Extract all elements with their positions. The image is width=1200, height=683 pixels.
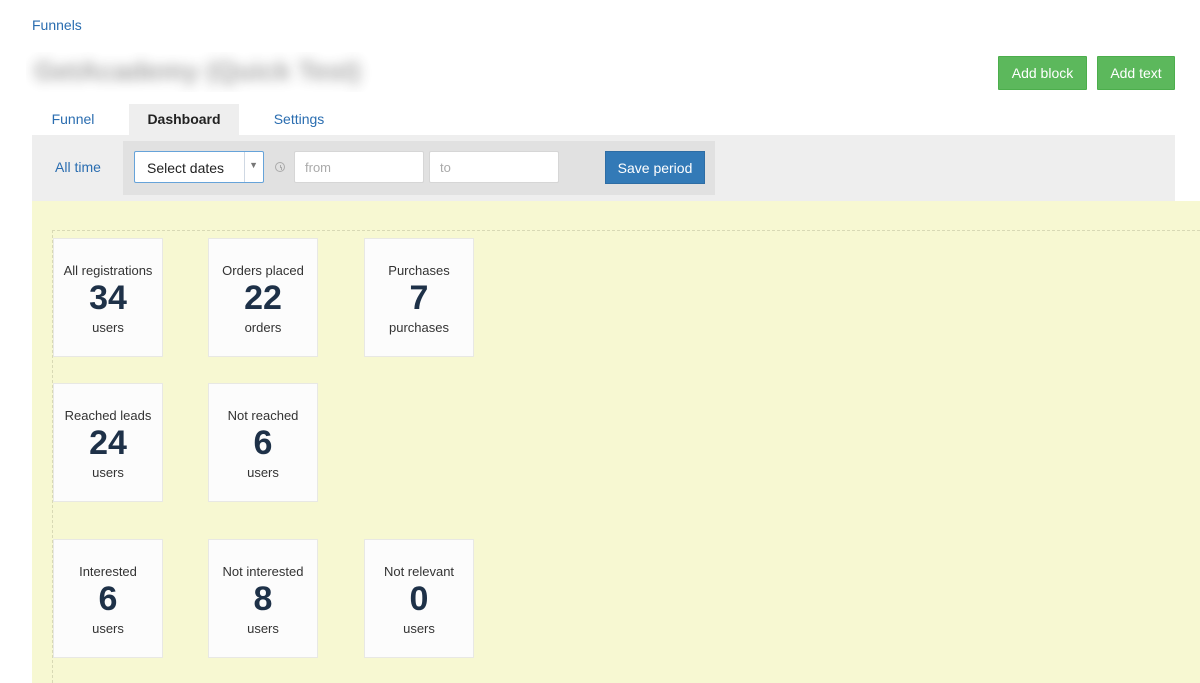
metric-value: 6 [98,580,118,618]
metric-title: Orders placed [222,263,304,278]
metric-card-all-registrations[interactable]: All registrations 34 users [53,238,163,357]
date-range-select-value: Select dates [147,160,225,176]
chevron-down-icon: ▼ [249,160,258,170]
metric-title: Purchases [388,263,450,278]
metric-value: 7 [409,279,429,317]
metric-card-purchases[interactable]: Purchases 7 purchases [364,238,474,357]
metric-title: Reached leads [64,408,152,423]
select-divider [244,152,245,182]
date-range-select[interactable]: Select dates ▼ [134,151,264,183]
tab-bar: Funnel Dashboard Settings [32,104,1175,135]
metric-value: 34 [89,279,127,317]
metric-title: Interested [79,564,137,579]
metric-value: 6 [253,424,273,462]
metric-title: Not interested [222,564,304,579]
metric-card-not-reached[interactable]: Not reached 6 users [208,383,318,502]
metric-value: 24 [89,424,127,462]
page-title-text-blurred: GetAcademy (Quick Test) [34,56,361,86]
date-from-input[interactable] [294,151,424,183]
page-title: GetAcademy (Quick Test) [26,52,406,92]
metric-title: Not reached [227,408,299,423]
tab-settings[interactable]: Settings [258,104,340,135]
metric-unit: users [247,465,279,480]
add-text-button[interactable]: Add text [1097,56,1175,90]
clock-icon [275,162,285,172]
metric-value: 22 [244,279,282,317]
metric-value: 0 [409,580,429,618]
metric-unit: users [92,621,124,636]
metric-card-interested[interactable]: Interested 6 users [53,539,163,658]
all-time-link[interactable]: All time [55,159,101,175]
metric-card-reached-leads[interactable]: Reached leads 24 users [53,383,163,502]
metric-card-orders-placed[interactable]: Orders placed 22 orders [208,238,318,357]
metric-card-not-relevant[interactable]: Not relevant 0 users [364,539,474,658]
metric-unit: users [92,320,124,335]
metric-unit: orders [244,320,282,335]
metric-unit: users [247,621,279,636]
metric-title: Not relevant [383,564,455,579]
metric-unit: users [92,465,124,480]
metric-title: All registrations [63,263,153,278]
date-to-input[interactable] [429,151,559,183]
metric-value: 8 [253,580,273,618]
add-block-button[interactable]: Add block [998,56,1087,90]
dashboard-canvas: All registrations 34 users Orders placed… [32,201,1200,683]
metric-unit: users [403,621,435,636]
save-period-button[interactable]: Save period [605,151,705,184]
metric-unit: purchases [389,320,449,335]
tab-funnel[interactable]: Funnel [32,104,114,135]
breadcrumb-funnels-link[interactable]: Funnels [32,17,82,33]
tab-dashboard[interactable]: Dashboard [129,104,239,135]
metric-card-not-interested[interactable]: Not interested 8 users [208,539,318,658]
date-filter-bar: All time Select dates ▼ Save period [32,135,1175,201]
